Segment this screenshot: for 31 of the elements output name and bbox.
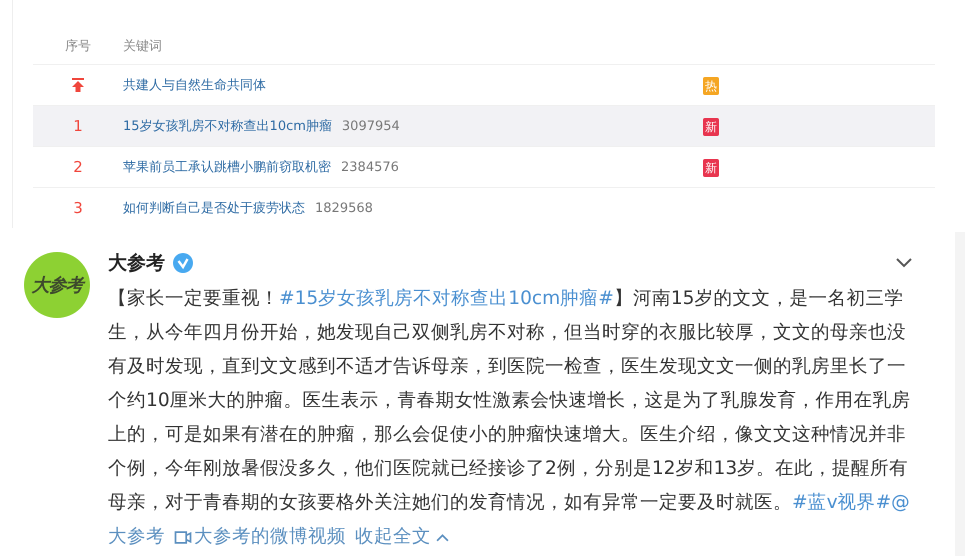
rank-number: 3: [73, 199, 83, 217]
pin-to-top-icon: [71, 78, 85, 92]
post-text: 【家长一定要重视！#15岁女孩乳房不对称查出10cm肿瘤#】河南15岁的文文，是一名初三学生，从今年四月份开始，她发现自己双侧乳房不对称，但当时穿的衣服比较厚，文文的母亲也没有及时发现，直到文文感到不适才告诉母亲，到医院一检查，医生发现文文一侧的乳房里长了一个约10厘米大的肿瘤。医生表示，青春期女性激素会快速增长，这是为了乳腺发育，作用在乳房上的，可是如果有潜在的肿瘤，那么会促使小的肿瘤快速增大。医生介绍，像文文这种情况并非个例，今年刚放暑假没多久，他们医院就已经接诊了2例，分别是12岁和13岁。在此，提醒所有母亲，对于青春期的女孩要格外关注她们的发育情况，如有异常一定要及时就医。#蓝v视界#@: [108, 287, 912, 515]
table-row[interactable]: 3 如何判断自己是否处于疲劳状态 1829568: [33, 187, 935, 228]
table-row[interactable]: 1 15岁女孩乳房不对称查出10cm肿瘤 3097954 新: [33, 105, 935, 146]
mention-link[interactable]: 大参考: [108, 520, 165, 554]
column-header: 序号: [64, 38, 92, 55]
caret-up-icon: [436, 532, 449, 542]
search-count: 2384576: [341, 160, 399, 174]
collapse-link[interactable]: 收起全文: [355, 520, 449, 554]
chevron-down-icon[interactable]: [896, 258, 912, 268]
keyword-link[interactable]: 15岁女孩乳房不对称查出10cm肿瘤: [123, 117, 332, 135]
avatar-logo[interactable]: 大参考: [24, 252, 90, 318]
hashtag-link[interactable]: #蓝v视界#: [792, 492, 892, 513]
search-count: 1829568: [315, 200, 373, 216]
column-header: 关键词: [123, 38, 163, 55]
keyword-link[interactable]: 共建人与自然生命共同体: [123, 76, 266, 94]
video-link[interactable]: 大参考的微博视频: [174, 520, 346, 554]
video-icon: [174, 530, 192, 544]
hot-tag: 新: [703, 159, 719, 177]
hot-tag: 热: [703, 77, 719, 95]
hot-tag: 新: [703, 118, 719, 136]
hashtag-link[interactable]: @: [891, 492, 910, 513]
author-name[interactable]: 大参考: [108, 250, 165, 276]
keyword-link[interactable]: 苹果前员工承认跳槽小鹏前窃取机密: [123, 158, 331, 176]
rank-number: 1: [73, 117, 83, 135]
keyword-link[interactable]: 如何判断自己是否处于疲劳状态: [123, 199, 305, 217]
table-row[interactable]: 2 苹果前员工承认跳槽小鹏前窃取机密 2384576 新: [33, 146, 935, 187]
search-count: 3097954: [342, 118, 400, 134]
rank-number: 2: [73, 158, 83, 176]
hashtag-link[interactable]: #15岁女孩乳房不对称查出10cm肿瘤#: [279, 288, 614, 309]
